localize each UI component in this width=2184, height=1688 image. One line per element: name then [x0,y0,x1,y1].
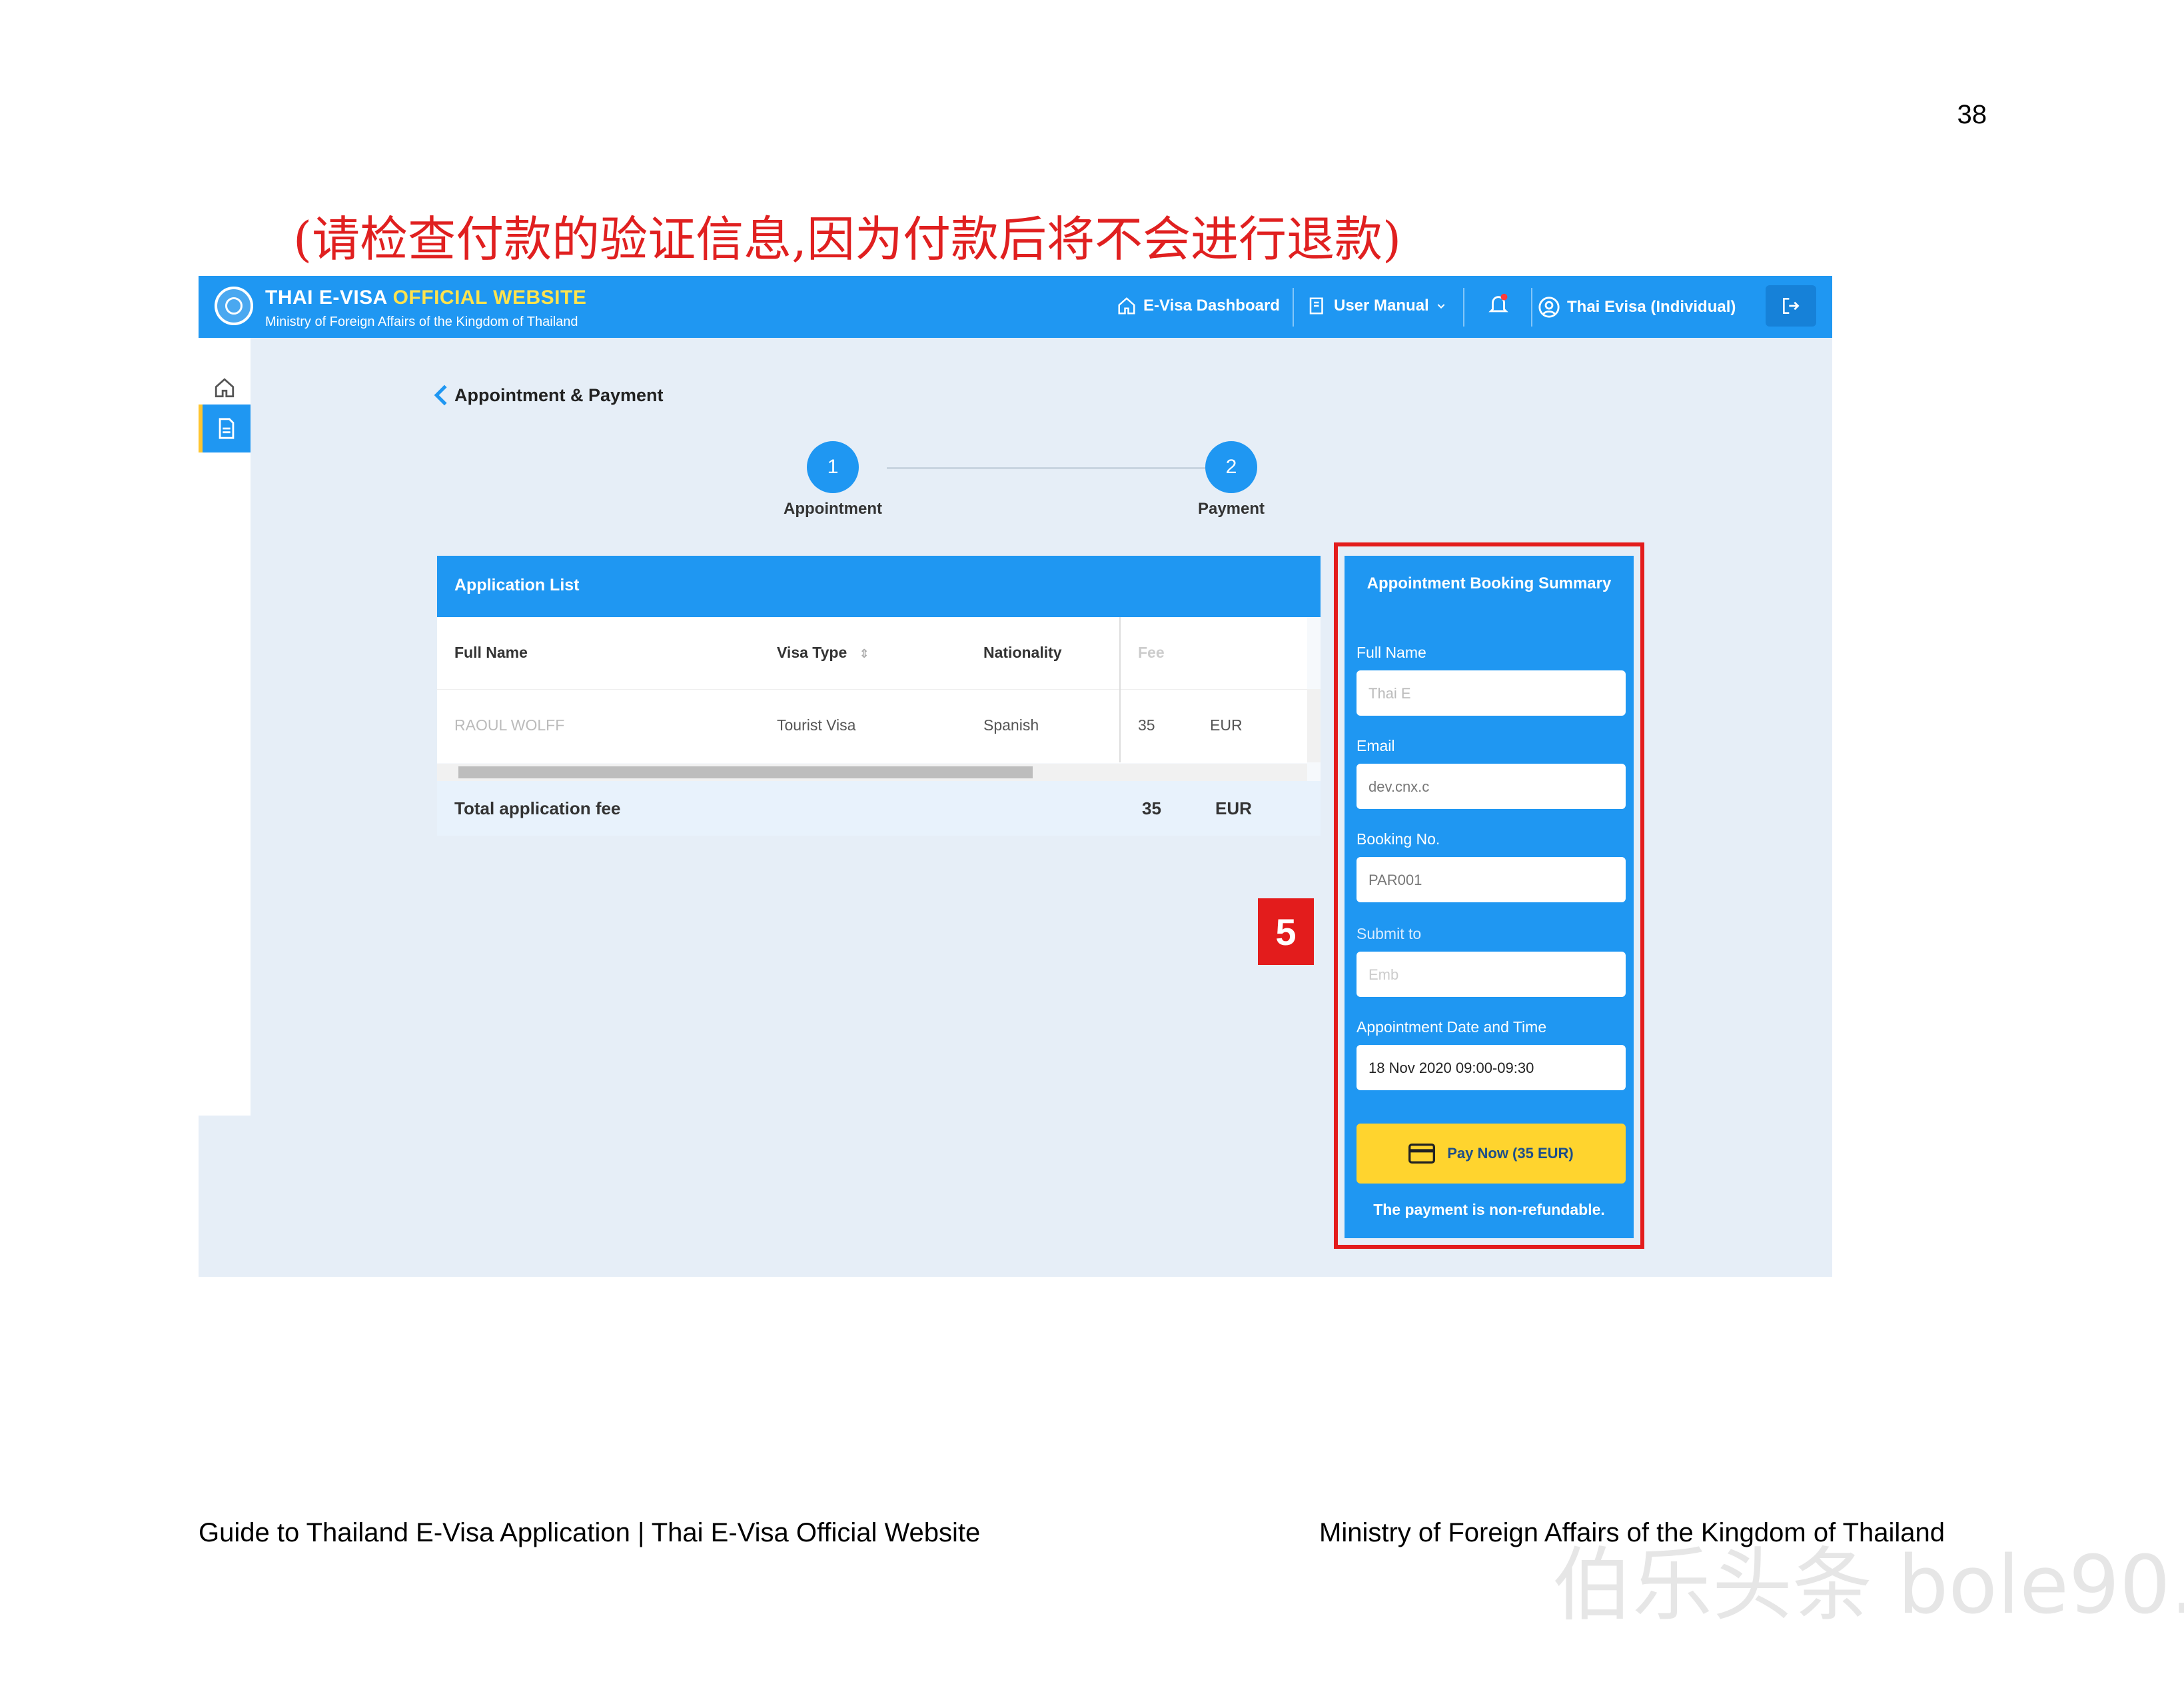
chevron-left-icon [434,385,447,406]
column-divider [1119,617,1121,762]
caption: (请检查付款的验证信息,因为付款后将不会进行退款) [293,211,1402,267]
step-1-label: Appointment [784,500,882,518]
email-label: Email [1357,737,1395,754]
step-2-circle[interactable]: 2 [1205,441,1257,493]
column-visa-type[interactable]: Visa Type ⇕ [777,644,869,662]
column-full-name[interactable]: Full Name [454,644,528,662]
sidebar-home-button[interactable] [208,371,241,405]
brand-title[interactable]: THAI E-VISA OFFICIAL WEBSITE [265,287,586,309]
total-currency: EUR [1215,798,1252,818]
datetime-label: Appointment Date and Time [1357,1018,1547,1036]
application-list-title: Application List [437,556,1321,617]
bell-icon [1488,293,1508,313]
table-row[interactable]: RAOUL WOLFF Tourist Visa Spanish 35 EUR [437,689,1307,763]
submit-to-field[interactable]: Emb [1357,952,1626,997]
breadcrumb[interactable]: Appointment & Payment [433,384,664,407]
home-icon [1118,297,1135,315]
home-icon [215,378,235,398]
total-amount: 35 [1142,798,1161,818]
chevron-down-icon [1437,304,1445,309]
ministry-logo-icon[interactable] [215,287,253,325]
summary-title: Appointment Booking Summary [1366,574,1612,592]
nav-dashboard[interactable]: E-Visa Dashboard [1117,296,1280,316]
column-fee[interactable]: Fee [1138,644,1165,662]
total-row: Total application fee 35 EUR [437,781,1321,836]
manual-icon [1309,297,1323,315]
pay-now-button[interactable]: Pay Now (35 EUR) [1357,1124,1626,1184]
credit-card-icon [1408,1144,1436,1164]
logout-button[interactable] [1766,285,1816,327]
booking-summary-panel: Appointment Booking Summary Full Name Th… [1345,556,1634,1238]
step-2-label: Payment [1197,500,1265,518]
nav-user-profile[interactable]: Thai Evisa (Individual) [1538,296,1736,319]
non-refundable-note: The payment is non-refundable. [1373,1201,1605,1218]
footer-guide-title: Guide to Thailand E-Visa Application | T… [199,1518,981,1547]
scrollbar-thumb[interactable] [458,766,1033,778]
cell-visa-type: Tourist Visa [777,716,856,734]
nav-separator [1463,288,1464,327]
nav-separator [1293,288,1294,327]
nav-user-manual[interactable]: User Manual [1307,296,1446,316]
nav-separator [1531,288,1532,327]
column-nationality[interactable]: Nationality [983,644,1062,662]
sidebar [199,338,251,1116]
user-icon [1538,297,1560,318]
vertical-scrollbar[interactable] [1307,689,1321,762]
email-field[interactable]: dev.cnx.c [1357,764,1626,809]
full-name-field[interactable]: Thai E [1357,670,1626,716]
top-bar: THAI E-VISA OFFICIAL WEBSITE Ministry of… [199,276,1832,338]
cell-fee: 35 [1138,716,1155,734]
step-connector [887,467,1235,469]
datetime-field[interactable]: 18 Nov 2020 09:00-09:30 [1357,1045,1626,1090]
horizontal-scrollbar[interactable] [437,764,1307,781]
logout-icon [1783,298,1800,314]
cell-full-name: RAOUL WOLFF [454,716,565,734]
brand-subtitle: Ministry of Foreign Affairs of the Kingd… [265,315,578,329]
document-icon [219,418,235,439]
submit-to-label: Submit to [1357,925,1422,942]
sort-icon: ⇕ [859,647,869,660]
application-list-panel: Application List Full Name Visa Type ⇕ N… [437,556,1321,836]
screenshot: THAI E-VISA OFFICIAL WEBSITE Ministry of… [199,276,1832,1277]
booking-no-field[interactable]: PAR001 [1357,857,1626,902]
booking-no-label: Booking No. [1357,830,1440,848]
step-badge: 5 [1258,898,1314,965]
cell-nationality: Spanish [983,716,1039,734]
watermark-text: 伯乐头条 bole90.com [1552,1539,2184,1632]
cell-currency: EUR [1210,716,1243,734]
sidebar-application-button[interactable] [199,405,251,452]
notification-button[interactable] [1487,292,1510,317]
page-number: 38 [1957,100,1987,129]
table-header: Full Name Visa Type ⇕ Nationality Fee [437,617,1307,689]
step-1-circle[interactable]: 1 [807,441,859,493]
full-name-label: Full Name [1357,644,1426,661]
total-label: Total application fee [454,798,621,818]
watermark: 伯乐头条 bole90.com [1552,1539,2184,1632]
